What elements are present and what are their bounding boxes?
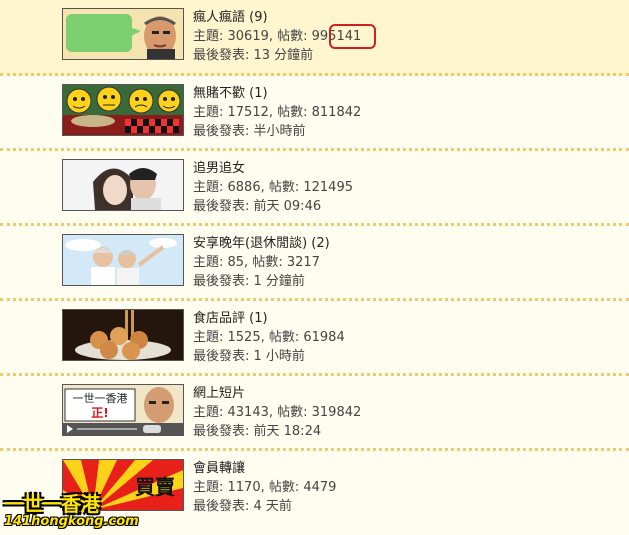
elderly-couple-icon [63,235,183,285]
forum-row[interactable]: 安享晚年(退休閒談) (2) 主題: 85, 帖數: 3217 最後發表: 1 … [0,226,629,301]
thumb-caption: 一世一香港 [73,392,128,405]
new-post-count: (1) [249,311,268,326]
thumb-caption-2: 正! [91,406,108,420]
watermark-title: 一世一香港 [4,492,100,516]
forum-title[interactable]: 會員轉讓 [193,459,336,478]
forum-thumbnail[interactable] [62,84,184,136]
forum-row[interactable]: 瘋人瘋語 (9) 主題: 30619, 帖數: 995141 最後發表: 13 … [0,0,629,76]
forum-list: 瘋人瘋語 (9) 主題: 30619, 帖數: 995141 最後發表: 13 … [0,0,629,526]
forum-row[interactable]: 追男追女 主題: 6886, 帖數: 121495 最後發表: 前天 09:46 [0,151,629,226]
forum-name[interactable]: 瘋人瘋語 [193,10,245,25]
forum-info: 追男追女 主題: 6886, 帖數: 121495 最後發表: 前天 09:46 [193,159,353,216]
forum-title[interactable]: 食店品評 (1) [193,309,345,328]
last-post-time: 最後發表: 前天 18:24 [193,424,322,439]
site-watermark: 一世一香港 141hongkong.com [0,488,180,535]
forum-name[interactable]: 會員轉讓 [193,461,245,476]
forum-stats: 主題: 85, 帖數: 3217 [193,255,320,270]
food-photo-icon [63,310,183,360]
forum-row[interactable]: 食店品評 (1) 主題: 1525, 帖數: 61984 最後發表: 1 小時前 [0,301,629,376]
forum-name[interactable]: 網上短片 [193,386,245,401]
forum-row[interactable]: 無賭不歡 (1) 主題: 17512, 帖數: 811842 最後發表: 半小時… [0,76,629,151]
watermark-url: 141hongkong.com [4,514,139,529]
new-post-count: (9) [249,10,268,25]
forum-thumbnail[interactable] [62,8,184,60]
forum-stats: 主題: 1170, 帖數: 4479 [193,480,337,495]
smiley-faces-icon [63,85,183,135]
forum-title[interactable]: 追男追女 [193,159,353,178]
last-post-time: 最後發表: 1 分鐘前 [193,274,305,289]
forum-title[interactable]: 無賭不歡 (1) [193,84,361,103]
last-post-time: 最後發表: 半小時前 [193,124,306,139]
forum-stats: 主題: 6886, 帖數: 121495 [193,180,353,195]
forum-thumbnail[interactable]: 一世一香港 正! [62,384,184,436]
forum-info: 無賭不歡 (1) 主題: 17512, 帖數: 811842 最後發表: 半小時… [193,84,361,141]
video-player-icon: 一世一香港 正! [63,385,183,435]
forum-name[interactable]: 追男追女 [193,161,245,176]
speech-bubble-avatar-icon [63,9,183,59]
forum-info: 網上短片 主題: 43143, 帖數: 319842 最後發表: 前天 18:2… [193,384,361,441]
forum-stats: 主題: 1525, 帖數: 61984 [193,330,345,345]
forum-thumbnail[interactable] [62,234,184,286]
forum-name[interactable]: 無賭不歡 [193,86,245,101]
last-post-time: 最後發表: 前天 09:46 [193,199,322,214]
forum-info: 安享晚年(退休閒談) (2) 主題: 85, 帖數: 3217 最後發表: 1 … [193,234,330,291]
couple-photo-icon [63,160,183,210]
last-post-time: 最後發表: 4 天前 [193,499,292,514]
forum-title[interactable]: 安享晚年(退休閒談) (2) [193,234,330,253]
forum-thumbnail[interactable] [62,159,184,211]
forum-stats: 主題: 17512, 帖數: 811842 [193,105,362,120]
forum-info: 食店品評 (1) 主題: 1525, 帖數: 61984 最後發表: 1 小時前 [193,309,345,366]
forum-title[interactable]: 網上短片 [193,384,361,403]
new-post-count: (2) [311,236,330,251]
red-highlight-annotation [329,24,376,49]
forum-thumbnail[interactable] [62,309,184,361]
last-post-time: 最後發表: 1 小時前 [193,349,305,364]
forum-row[interactable]: 一世一香港 正! 網上短片 主題: 43143, 帖數: 319842 最後發表… [0,376,629,451]
forum-info: 會員轉讓 主題: 1170, 帖數: 4479 最後發表: 4 天前 [193,459,336,516]
new-post-count: (1) [249,86,268,101]
forum-name[interactable]: 安享晚年(退休閒談) [193,236,307,251]
forum-name[interactable]: 食店品評 [193,311,245,326]
forum-stats: 主題: 43143, 帖數: 319842 [193,405,362,420]
